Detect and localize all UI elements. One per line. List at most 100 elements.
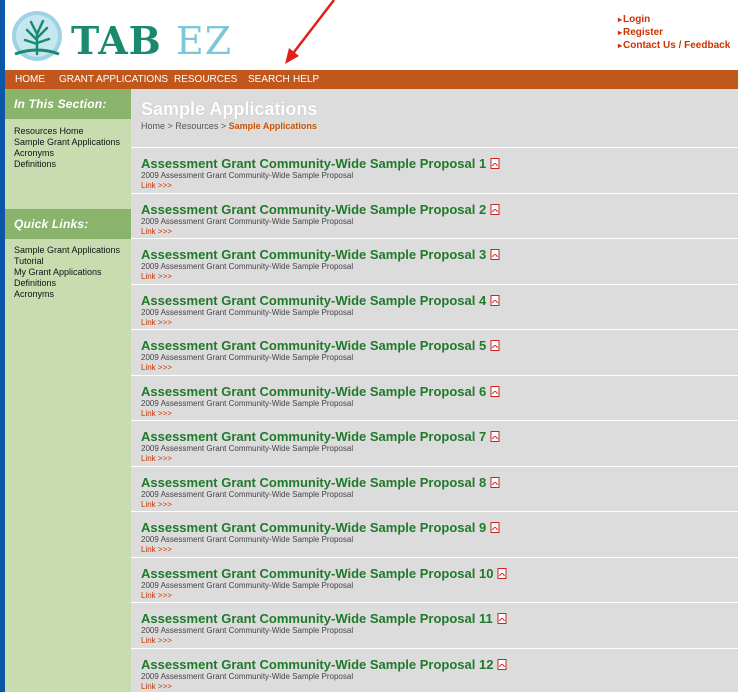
- proposal-title: Assessment Grant Community-Wide Sample P…: [141, 293, 487, 308]
- proposal-title-link[interactable]: Assessment Grant Community-Wide Sample P…: [141, 611, 731, 626]
- item-divider: [131, 284, 738, 285]
- item-divider: [131, 557, 738, 558]
- logo-wordmark-tab: TAB: [71, 18, 162, 63]
- account-links: Login Register Contact Us / Feedback: [618, 13, 730, 52]
- proposal-link[interactable]: Link >>>: [141, 682, 731, 692]
- nav-home[interactable]: HOME: [15, 74, 45, 85]
- quick-link-my-grant-applications[interactable]: My Grant Applications: [14, 267, 120, 278]
- proposal-description: 2009 Assessment Grant Community-Wide Sam…: [141, 308, 354, 317]
- register-link[interactable]: Register: [618, 26, 730, 39]
- breadcrumb-home[interactable]: Home: [141, 121, 165, 131]
- proposal-link[interactable]: Link >>>: [141, 636, 731, 646]
- proposal-title-link[interactable]: Assessment Grant Community-Wide Sample P…: [141, 293, 731, 308]
- proposal-title: Assessment Grant Community-Wide Sample P…: [141, 657, 494, 672]
- list-item: Assessment Grant Community-Wide Sample P…: [141, 429, 731, 464]
- list-item: Assessment Grant Community-Wide Sample P…: [141, 247, 731, 282]
- pdf-icon[interactable]: [490, 204, 500, 215]
- proposal-title: Assessment Grant Community-Wide Sample P…: [141, 156, 487, 171]
- item-divider: [131, 329, 738, 330]
- contact-feedback-link[interactable]: Contact Us / Feedback: [618, 39, 730, 52]
- site-logo[interactable]: TAB EZ: [7, 10, 252, 63]
- proposal-link[interactable]: Link >>>: [141, 363, 731, 373]
- proposal-link[interactable]: Link >>>: [141, 318, 731, 328]
- proposal-description: 2009 Assessment Grant Community-Wide Sam…: [141, 262, 354, 271]
- item-divider: [131, 648, 738, 649]
- proposal-title: Assessment Grant Community-Wide Sample P…: [141, 338, 487, 353]
- proposal-link[interactable]: Link >>>: [141, 227, 731, 237]
- sidebar: In This Section: Resources Home Sample G…: [5, 89, 131, 692]
- proposal-title-link[interactable]: Assessment Grant Community-Wide Sample P…: [141, 520, 731, 535]
- proposal-title-link[interactable]: Assessment Grant Community-Wide Sample P…: [141, 657, 731, 672]
- pdf-icon[interactable]: [490, 477, 500, 488]
- proposal-title-link[interactable]: Assessment Grant Community-Wide Sample P…: [141, 247, 731, 262]
- logo-wordmark-ez: EZ: [176, 19, 233, 63]
- proposal-title-link[interactable]: Assessment Grant Community-Wide Sample P…: [141, 338, 731, 353]
- proposal-title: Assessment Grant Community-Wide Sample P…: [141, 520, 487, 535]
- page-title: Sample Applications: [141, 99, 318, 119]
- login-link[interactable]: Login: [618, 13, 730, 26]
- proposal-title: Assessment Grant Community-Wide Sample P…: [141, 429, 487, 444]
- proposal-description: 2009 Assessment Grant Community-Wide Sam…: [141, 217, 354, 226]
- sidebar-quick-heading-label: Quick Links:: [14, 217, 89, 231]
- proposal-link[interactable]: Link >>>: [141, 409, 731, 419]
- list-item: Assessment Grant Community-Wide Sample P…: [141, 566, 731, 601]
- proposal-description: 2009 Assessment Grant Community-Wide Sam…: [141, 353, 354, 362]
- red-arrow-annotation-icon: [285, 0, 335, 64]
- proposal-description: 2009 Assessment Grant Community-Wide Sam…: [141, 444, 354, 453]
- pdf-icon[interactable]: [490, 522, 500, 533]
- proposal-link[interactable]: Link >>>: [141, 272, 731, 282]
- tree-logo-icon: [12, 11, 62, 61]
- proposal-title-link[interactable]: Assessment Grant Community-Wide Sample P…: [141, 429, 731, 444]
- pdf-icon[interactable]: [490, 249, 500, 260]
- nav-grant-applications[interactable]: GRANT APPLICATIONS: [59, 74, 168, 85]
- nav-help[interactable]: HELP: [293, 74, 319, 85]
- pdf-icon[interactable]: [497, 659, 507, 670]
- proposal-title-link[interactable]: Assessment Grant Community-Wide Sample P…: [141, 566, 731, 581]
- sidebar-quick-heading: Quick Links:: [5, 209, 131, 239]
- list-item: Assessment Grant Community-Wide Sample P…: [141, 293, 731, 328]
- sidebar-link-acronyms[interactable]: Acronyms: [14, 148, 120, 159]
- proposal-link[interactable]: Link >>>: [141, 545, 731, 555]
- quick-link-definitions[interactable]: Definitions: [14, 278, 120, 289]
- proposal-link[interactable]: Link >>>: [141, 454, 731, 464]
- proposal-link[interactable]: Link >>>: [141, 591, 731, 601]
- proposal-title-link[interactable]: Assessment Grant Community-Wide Sample P…: [141, 202, 731, 217]
- breadcrumb-resources[interactable]: Resources: [175, 121, 218, 131]
- pdf-icon[interactable]: [497, 568, 507, 579]
- pdf-icon[interactable]: [490, 158, 500, 169]
- item-divider: [131, 375, 738, 376]
- breadcrumb-separator: >: [220, 121, 227, 131]
- proposal-title: Assessment Grant Community-Wide Sample P…: [141, 566, 494, 581]
- proposal-description: 2009 Assessment Grant Community-Wide Sam…: [141, 535, 354, 544]
- pdf-icon[interactable]: [490, 386, 500, 397]
- item-divider: [131, 466, 738, 467]
- quick-link-sample-grant-applications[interactable]: Sample Grant Applications: [14, 245, 120, 256]
- sidebar-section-links: Resources Home Sample Grant Applications…: [14, 126, 120, 170]
- proposal-title-link[interactable]: Assessment Grant Community-Wide Sample P…: [141, 156, 731, 171]
- item-divider: [131, 147, 738, 148]
- item-divider: [131, 602, 738, 603]
- pdf-icon[interactable]: [490, 431, 500, 442]
- proposal-description: 2009 Assessment Grant Community-Wide Sam…: [141, 672, 354, 681]
- proposal-title-link[interactable]: Assessment Grant Community-Wide Sample P…: [141, 475, 731, 490]
- item-divider: [131, 238, 738, 239]
- pdf-icon[interactable]: [490, 295, 500, 306]
- quick-link-acronyms[interactable]: Acronyms: [14, 289, 120, 300]
- proposal-link[interactable]: Link >>>: [141, 500, 731, 510]
- list-item: Assessment Grant Community-Wide Sample P…: [141, 520, 731, 555]
- proposal-title-link[interactable]: Assessment Grant Community-Wide Sample P…: [141, 384, 731, 399]
- pdf-icon[interactable]: [490, 340, 500, 351]
- sidebar-link-resources-home[interactable]: Resources Home: [14, 126, 120, 137]
- sidebar-link-sample-grant-applications[interactable]: Sample Grant Applications: [14, 137, 120, 148]
- pdf-icon[interactable]: [497, 613, 507, 624]
- proposal-title: Assessment Grant Community-Wide Sample P…: [141, 247, 487, 262]
- proposal-link[interactable]: Link >>>: [141, 181, 731, 191]
- quick-link-tutorial[interactable]: Tutorial: [14, 256, 120, 267]
- nav-resources[interactable]: RESOURCES: [174, 74, 237, 85]
- proposal-description: 2009 Assessment Grant Community-Wide Sam…: [141, 581, 354, 590]
- list-item: Assessment Grant Community-Wide Sample P…: [141, 657, 731, 692]
- nav-search[interactable]: SEARCH: [248, 74, 290, 85]
- proposal-title: Assessment Grant Community-Wide Sample P…: [141, 202, 487, 217]
- proposal-title: Assessment Grant Community-Wide Sample P…: [141, 384, 487, 399]
- sidebar-link-definitions[interactable]: Definitions: [14, 159, 120, 170]
